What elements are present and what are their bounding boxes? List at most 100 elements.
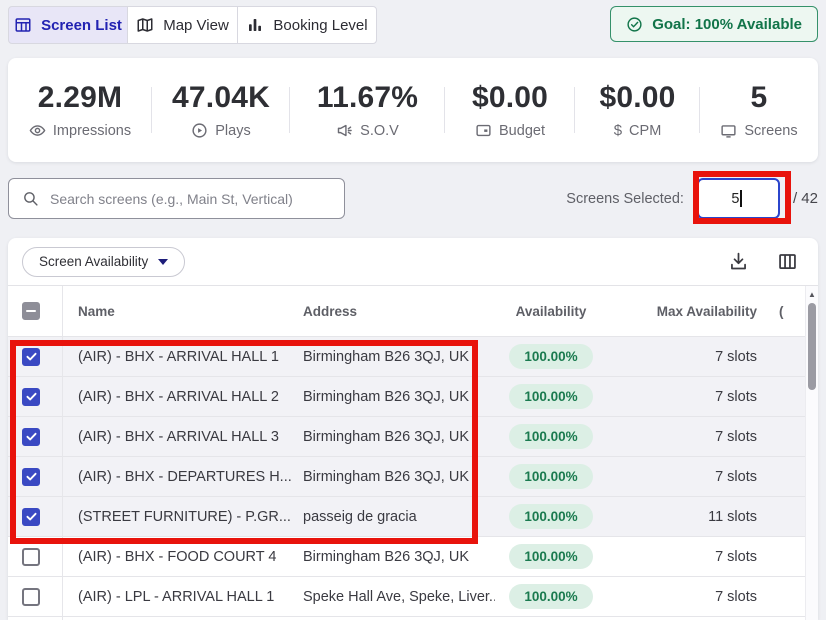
cell-name: (AIR) - BHX - ARRIVAL HALL 1 xyxy=(62,349,303,365)
stat-screens: 5 Screens xyxy=(700,81,818,139)
tab-screen-list[interactable]: Screen List xyxy=(8,6,128,44)
cell-name: (AIR) - BHX - DEPARTURES H... xyxy=(62,469,303,485)
cell-name: (AIR) - BHX - ARRIVAL HALL 2 xyxy=(62,389,303,405)
cell-address: Birmingham B26 3QJ, UK xyxy=(303,549,495,565)
goal-badge[interactable]: Goal: 100% Available xyxy=(610,6,818,42)
header-max-availability[interactable]: Max Availability xyxy=(607,304,757,319)
stat-value: 47.04K xyxy=(152,81,290,115)
stat-label: CPM xyxy=(629,123,661,139)
cell-address: Birmingham B26 3QJ, UK xyxy=(303,389,495,405)
checkbox-column-divider xyxy=(62,286,63,620)
cell-max-availability: 7 slots xyxy=(607,349,757,365)
availability-badge: 100.00% xyxy=(509,424,592,449)
availability-badge: 100.00% xyxy=(509,464,592,489)
table-header: Name Address Availability Max Availabili… xyxy=(8,286,818,337)
header-address[interactable]: Address xyxy=(303,304,495,319)
row-checkbox[interactable] xyxy=(22,388,40,406)
availability-badge: 100.00% xyxy=(509,544,592,569)
table-row[interactable]: (AIR) - BHX - ARRIVAL HALL 3 Birmingham … xyxy=(8,417,818,457)
scrollbar-thumb[interactable] xyxy=(808,303,816,390)
vertical-scrollbar[interactable]: ▲ xyxy=(805,286,818,620)
stat-label: Screens xyxy=(744,123,797,139)
stat-sov: 11.67% S.O.V xyxy=(290,81,445,139)
cell-address: Speke Hall Ave, Speke, Liver... xyxy=(303,589,495,605)
select-all-checkbox[interactable] xyxy=(22,302,40,320)
stat-budget: $0.00 Budget xyxy=(445,81,575,139)
screen-availability-dropdown[interactable]: Screen Availability xyxy=(22,247,185,277)
cell-name: (AIR) - LPL - ARRIVAL HALL 1 xyxy=(62,589,303,605)
goal-badge-label: Goal: 100% Available xyxy=(652,16,802,33)
table-row[interactable]: (AIR) - BHX - ARRIVAL HALL 1 Birmingham … xyxy=(8,337,818,377)
columns-icon[interactable] xyxy=(777,251,798,272)
cell-name: (AIR) - BHX - ARRIVAL HALL 3 xyxy=(62,429,303,445)
cell-max-availability: 7 slots xyxy=(607,589,757,605)
row-checkbox[interactable] xyxy=(22,428,40,446)
search-icon xyxy=(22,190,39,207)
tab-map-view[interactable]: Map View xyxy=(127,6,238,44)
header-name[interactable]: Name xyxy=(62,304,303,319)
cell-address: passeig de gracia xyxy=(303,509,495,525)
screens-total: / 42 xyxy=(793,190,818,207)
stat-plays: 47.04K Plays xyxy=(152,81,290,139)
dropdown-label: Screen Availability xyxy=(39,254,148,269)
stats-card: 2.29M Impressions 47.04K Plays 11.67% S.… xyxy=(8,58,818,162)
stat-value: 11.67% xyxy=(290,81,445,115)
availability-badge: 100.00% xyxy=(509,504,592,529)
stat-label: Plays xyxy=(215,123,250,139)
cell-max-availability: 7 slots xyxy=(607,389,757,405)
row-checkbox[interactable] xyxy=(22,348,40,366)
table-body: (AIR) - BHX - ARRIVAL HALL 1 Birmingham … xyxy=(8,337,818,617)
check-circle-icon xyxy=(626,16,643,33)
row-checkbox[interactable] xyxy=(22,508,40,526)
megaphone-icon xyxy=(336,122,353,139)
cell-name: (AIR) - BHX - FOOD COURT 4 xyxy=(62,549,303,565)
dollar-icon: $ xyxy=(614,122,622,139)
screens-selected-input[interactable] xyxy=(697,178,780,219)
cell-address: Birmingham B26 3QJ, UK xyxy=(303,469,495,485)
table-row[interactable]: (AIR) - BHX - FOOD COURT 4 Birmingham B2… xyxy=(8,537,818,577)
header-availability[interactable]: Availability xyxy=(495,304,607,319)
stat-value: 5 xyxy=(700,81,818,115)
screens-selected-label: Screens Selected: xyxy=(566,191,684,207)
table-row[interactable]: (AIR) - BHX - ARRIVAL HALL 2 Birmingham … xyxy=(8,377,818,417)
eye-icon xyxy=(29,122,46,139)
tab-label: Booking Level xyxy=(273,17,367,34)
cell-address: Birmingham B26 3QJ, UK xyxy=(303,349,495,365)
availability-badge: 100.00% xyxy=(509,584,592,609)
cell-max-availability: 7 slots xyxy=(607,429,757,445)
budget-card-icon xyxy=(475,122,492,139)
screens-table-card: Screen Availability Name Address Availab… xyxy=(8,238,818,620)
row-checkbox[interactable] xyxy=(22,468,40,486)
chevron-down-icon xyxy=(158,259,168,265)
view-switcher: Screen List Map View Booking Level xyxy=(8,6,377,44)
scroll-up-arrow[interactable]: ▲ xyxy=(806,286,818,299)
stat-impressions: 2.29M Impressions xyxy=(8,81,152,139)
tab-booking-level[interactable]: Booking Level xyxy=(237,6,377,44)
row-checkbox[interactable] xyxy=(22,588,40,606)
stat-value: 2.29M xyxy=(8,81,152,115)
table-row[interactable]: (AIR) - LPL - ARRIVAL HALL 1 Speke Hall … xyxy=(8,577,818,617)
tab-label: Map View xyxy=(163,17,229,34)
search-input[interactable] xyxy=(48,190,334,208)
cell-max-availability: 11 slots xyxy=(607,509,757,525)
table-row[interactable]: (AIR) - BHX - DEPARTURES H... Birmingham… xyxy=(8,457,818,497)
table-row[interactable]: (STREET FURNITURE) - P.GR... passeig de … xyxy=(8,497,818,537)
cell-name: (STREET FURNITURE) - P.GR... xyxy=(62,509,303,525)
row-checkbox[interactable] xyxy=(22,548,40,566)
availability-badge: 100.00% xyxy=(509,384,592,409)
stat-value: $0.00 xyxy=(445,81,575,115)
screen-icon xyxy=(720,122,737,139)
search-box xyxy=(8,178,345,219)
stat-cpm: $0.00 $ CPM xyxy=(575,81,700,139)
stat-label: S.O.V xyxy=(360,123,399,139)
availability-badge: 100.00% xyxy=(509,344,592,369)
cell-max-availability: 7 slots xyxy=(607,549,757,565)
bar-chart-icon xyxy=(246,16,264,34)
map-icon xyxy=(136,16,154,34)
stat-label: Impressions xyxy=(53,123,131,139)
download-icon[interactable] xyxy=(728,251,749,272)
tab-label: Screen List xyxy=(41,17,122,34)
stat-label: Budget xyxy=(499,123,545,139)
play-circle-icon xyxy=(191,122,208,139)
text-cursor xyxy=(740,190,742,207)
